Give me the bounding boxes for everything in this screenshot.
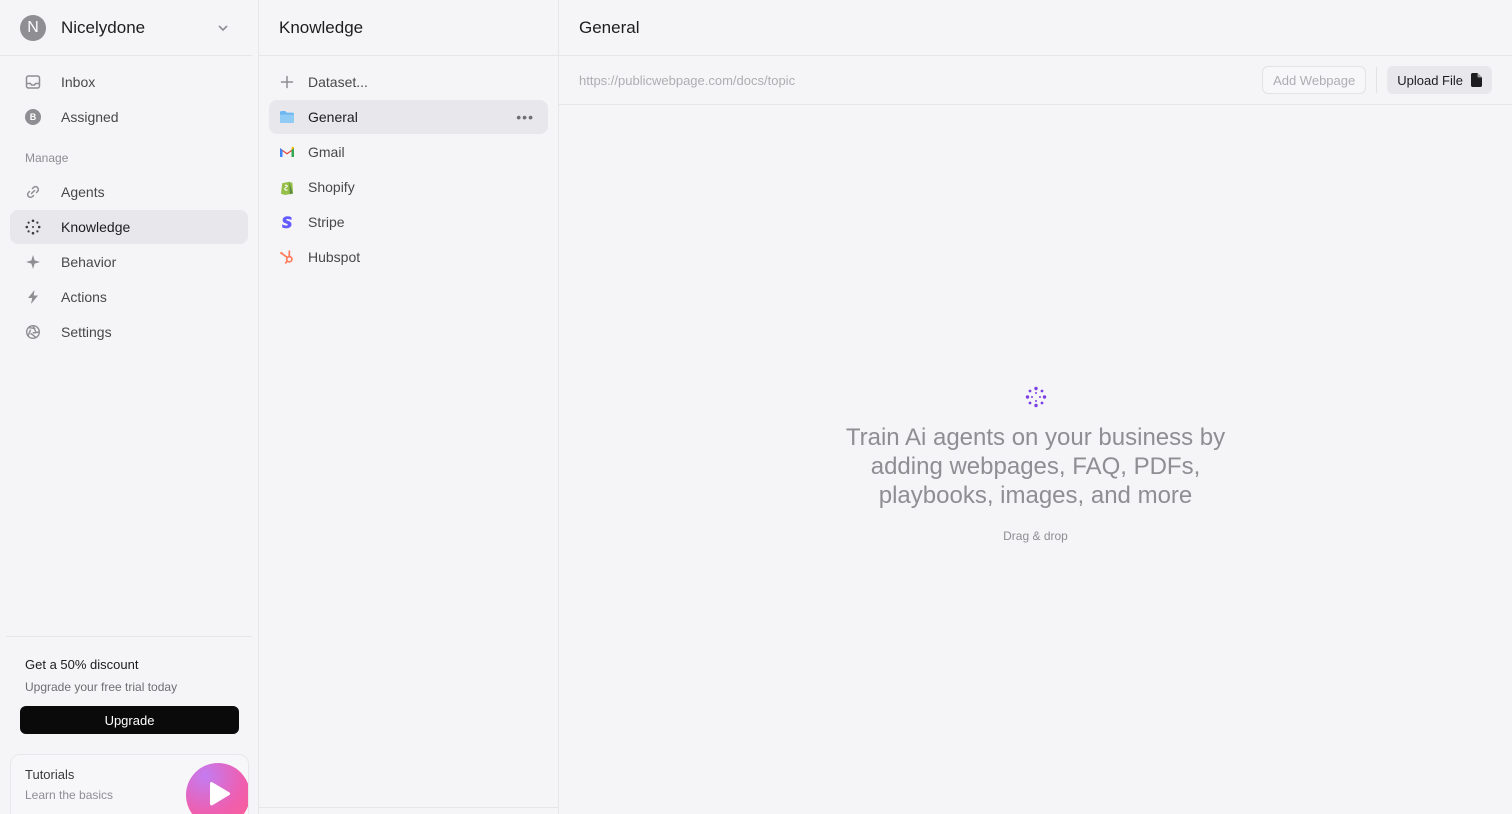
add-source-toolbar: Add Webpage Upload File: [559, 56, 1512, 105]
upload-file-label: Upload File: [1397, 72, 1463, 88]
sparkle-icon: [25, 254, 41, 270]
dataset-label: Shopify: [308, 179, 355, 195]
dataset-label: Stripe: [308, 214, 345, 230]
toolbar-divider: [1376, 67, 1378, 93]
chevron-down-icon: [218, 24, 228, 31]
sidebar: N Nicelydone Inbox B Assigned Manage Age…: [0, 0, 259, 814]
sidebar-item-actions[interactable]: Actions: [10, 280, 248, 314]
shopify-icon: [279, 179, 295, 195]
inbox-icon: [25, 74, 41, 90]
sidebar-item-inbox[interactable]: Inbox: [10, 65, 248, 99]
plus-icon: [279, 74, 295, 90]
file-icon: [1471, 73, 1482, 87]
dotted-circle-icon: [25, 219, 41, 235]
assigned-badge: B: [25, 109, 41, 125]
dataset-item-general[interactable]: General •••: [269, 100, 548, 134]
sidebar-item-label: Knowledge: [61, 219, 131, 235]
dataset-list: Dataset... General ••• Gmail Shopify Str…: [259, 56, 558, 274]
promo-title: Get a 50% discount: [25, 657, 139, 672]
play-icon: [210, 781, 231, 806]
add-dataset-item[interactable]: Dataset...: [269, 65, 548, 99]
hubspot-icon: [279, 249, 295, 265]
avatar: N: [20, 14, 46, 41]
empty-state-title: Train Ai agents on your business by addi…: [845, 424, 1226, 509]
gmail-icon: [279, 144, 295, 160]
page-title: General: [559, 0, 1512, 56]
assigned-badge-icon: B: [25, 109, 41, 125]
drag-drop-hint: Drag & drop: [1003, 529, 1068, 543]
sidebar-item-knowledge[interactable]: Knowledge: [10, 210, 248, 244]
workspace-switcher[interactable]: N Nicelydone: [0, 0, 252, 56]
sidebar-item-label: Assigned: [61, 109, 119, 125]
sidebar-item-label: Actions: [61, 289, 107, 305]
sidebar-item-label: Behavior: [61, 254, 117, 270]
panel-divider: [259, 807, 558, 808]
sidebar-item-label: Settings: [61, 324, 112, 340]
dataset-label: Dataset...: [308, 74, 368, 90]
dataset-item-shopify[interactable]: Shopify: [269, 170, 548, 204]
upgrade-promo: Get a 50% discount Upgrade your free tri…: [6, 636, 252, 734]
dataset-label: Hubspot: [308, 249, 361, 265]
dataset-item-stripe[interactable]: Stripe: [269, 205, 548, 239]
main-content: General Add Webpage Upload File Train Ai…: [559, 0, 1512, 814]
knowledge-panel: Knowledge Dataset... General ••• Gmail S: [259, 0, 559, 814]
workspace-name: Nicelydone: [61, 17, 146, 37]
sidebar-item-assigned[interactable]: B Assigned: [10, 100, 248, 134]
aperture-icon: [25, 324, 41, 340]
play-button[interactable]: [186, 763, 248, 814]
upgrade-button[interactable]: Upgrade: [20, 706, 239, 734]
sidebar-item-label: Inbox: [61, 74, 96, 90]
sidebar-nav: Inbox B Assigned Manage Agents Knowledge: [0, 56, 258, 349]
sidebar-item-agents[interactable]: Agents: [10, 175, 248, 209]
section-label-manage: Manage: [25, 151, 69, 165]
more-options-icon[interactable]: •••: [516, 109, 534, 125]
dataset-label: Gmail: [308, 144, 345, 160]
sidebar-item-behavior[interactable]: Behavior: [10, 245, 248, 279]
promo-subtitle: Upgrade your free trial today: [25, 680, 178, 694]
url-input[interactable]: [579, 72, 1263, 88]
link-icon: [25, 184, 41, 200]
dataset-item-gmail[interactable]: Gmail: [269, 135, 548, 169]
add-webpage-button[interactable]: Add Webpage: [1262, 66, 1367, 94]
folder-icon: [279, 109, 295, 125]
upload-file-button[interactable]: Upload File: [1387, 66, 1492, 94]
tutorials-card[interactable]: Tutorials Learn the basics: [10, 754, 249, 814]
dataset-label: General: [308, 109, 358, 125]
sidebar-item-label: Agents: [61, 184, 105, 200]
dataset-item-hubspot[interactable]: Hubspot: [269, 240, 548, 274]
bolt-icon: [25, 289, 41, 305]
stripe-icon: [279, 214, 295, 230]
sidebar-item-settings[interactable]: Settings: [10, 315, 248, 349]
knowledge-title: Knowledge: [259, 0, 558, 56]
dotted-circle-icon: [1025, 386, 1046, 408]
empty-state[interactable]: Train Ai agents on your business by addi…: [559, 386, 1512, 543]
